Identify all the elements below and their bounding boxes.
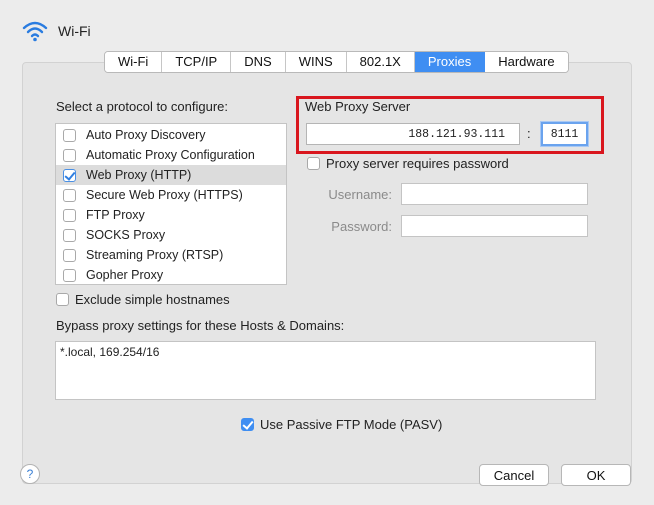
protocol-item-web-proxy-http[interactable]: Web Proxy (HTTP) [56,165,286,185]
protocol-label: Streaming Proxy (RTSP) [86,248,224,262]
proxy-port-value: 8111 [550,127,579,141]
bypass-value: *.local, 169.254/16 [60,345,160,359]
proxy-address-field[interactable]: 188.121.93.111 [306,123,520,145]
password-field[interactable] [401,215,588,237]
secure-web-proxy-https-checkbox[interactable] [63,188,76,202]
wifi-icon [22,21,48,42]
tab-wifi[interactable]: Wi-Fi [105,52,163,72]
protocol-label: FTP Proxy [86,208,145,222]
proxy-port-field[interactable]: 8111 [541,122,588,146]
tab-wins[interactable]: WINS [285,52,347,72]
auto-proxy-discovery-checkbox[interactable] [63,128,76,142]
tab-hardware[interactable]: Hardware [485,52,568,72]
protocol-label: Gopher Proxy [86,268,164,282]
protocol-label: Automatic Proxy Configuration [86,148,255,162]
protocol-item-ftp-proxy[interactable]: FTP Proxy [56,205,286,225]
cancel-button[interactable]: Cancel [479,464,549,486]
proxy-server-heading: Web Proxy Server [305,99,411,114]
protocol-item-socks-proxy[interactable]: SOCKS Proxy [56,225,286,245]
bypass-label: Bypass proxy settings for these Hosts & … [56,318,345,333]
password-label: Password: [331,219,392,234]
protocol-heading: Select a protocol to configure: [56,99,228,114]
proxy-address-value: 188.121.93.111 [408,127,505,141]
protocol-item-auto-proxy-discovery[interactable]: Auto Proxy Discovery [56,125,286,145]
passive-ftp-label: Use Passive FTP Mode (PASV) [260,417,443,432]
ok-button[interactable]: OK [561,464,631,486]
tab-8021x[interactable]: 802.1X [346,52,415,72]
window-title-row: Wi-Fi [22,20,91,42]
protocol-label: SOCKS Proxy [86,228,166,242]
tab-dns[interactable]: DNS [231,52,286,72]
help-icon: ? [26,467,34,481]
passive-ftp-checkbox[interactable] [241,418,254,431]
window-title: Wi-Fi [58,23,91,39]
automatic-proxy-configuration-checkbox[interactable] [63,148,76,162]
protocol-label: Web Proxy (HTTP) [86,168,192,182]
exclude-simple-hostnames-label: Exclude simple hostnames [75,292,230,307]
tab-tcpip[interactable]: TCP/IP [162,52,232,72]
streaming-proxy-rtsp-checkbox[interactable] [63,248,76,262]
socks-proxy-checkbox[interactable] [63,228,76,242]
protocol-item-streaming-proxy-rtsp[interactable]: Streaming Proxy (RTSP) [56,245,286,265]
protocol-label: Secure Web Proxy (HTTPS) [86,188,243,202]
gopher-proxy-checkbox[interactable] [63,268,76,282]
username-field[interactable] [401,183,588,205]
exclude-simple-hostnames-row[interactable]: Exclude simple hostnames [56,292,230,307]
protocol-item-automatic-proxy-configuration[interactable]: Automatic Proxy Configuration [56,145,286,165]
exclude-simple-hostnames-checkbox[interactable] [56,293,69,306]
passive-ftp-row[interactable]: Use Passive FTP Mode (PASV) [241,417,442,432]
protocol-list: Auto Proxy Discovery Automatic Proxy Con… [55,123,287,285]
username-label: Username: [328,187,392,202]
requires-password-label: Proxy server requires password [326,156,509,171]
requires-password-row[interactable]: Proxy server requires password [307,156,509,171]
tab-bar: Wi-Fi TCP/IP DNS WINS 802.1X Proxies Har… [104,51,569,73]
port-separator: : [527,126,531,141]
help-button[interactable]: ? [20,464,40,484]
protocol-item-secure-web-proxy-https[interactable]: Secure Web Proxy (HTTPS) [56,185,286,205]
protocol-item-gopher-proxy[interactable]: Gopher Proxy [56,265,286,285]
ftp-proxy-checkbox[interactable] [63,208,76,222]
web-proxy-http-checkbox[interactable] [63,168,76,182]
tab-proxies[interactable]: Proxies [414,52,486,72]
requires-password-checkbox[interactable] [307,157,320,170]
protocol-label: Auto Proxy Discovery [86,128,206,142]
bypass-textarea[interactable]: *.local, 169.254/16 [55,341,596,400]
